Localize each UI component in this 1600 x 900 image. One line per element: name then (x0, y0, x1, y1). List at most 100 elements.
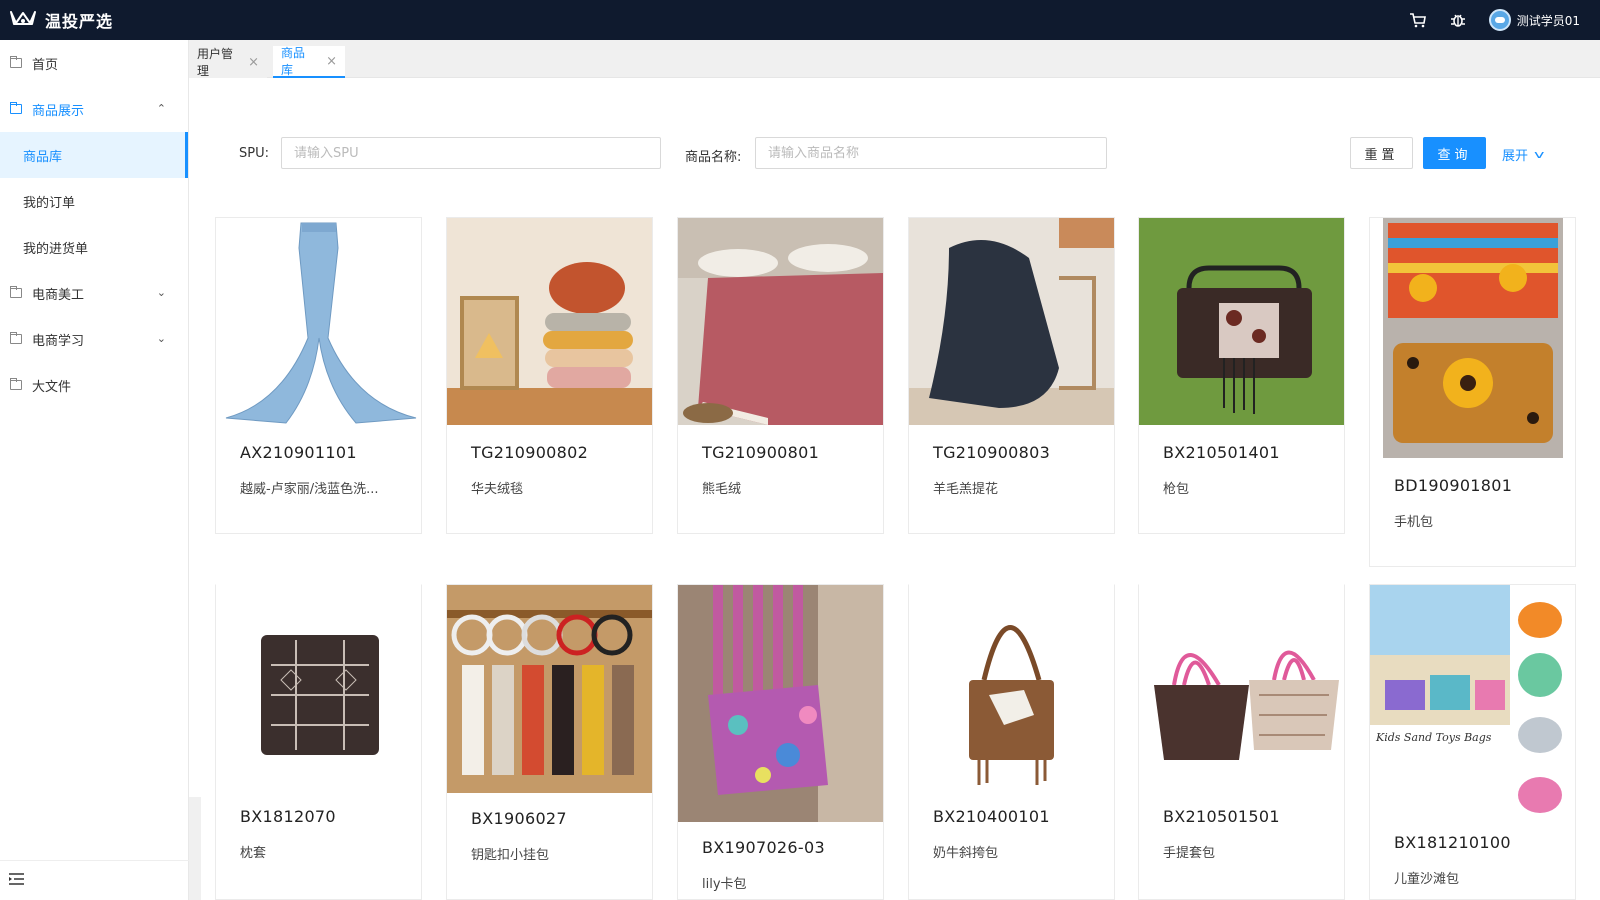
sidebar-item-ecommerce-learning[interactable]: 电商学习 ⌄ (0, 316, 188, 362)
product-spu: AX210901101 (240, 443, 357, 462)
sidebar-item-my-orders[interactable]: 我的订单 (0, 178, 188, 224)
product-name: 越威-卢家丽/浅蓝色洗... (240, 482, 379, 497)
bug-icon[interactable] (1449, 11, 1467, 29)
product-card[interactable]: Kids Sand Toys Bags BX181210100 儿童沙滩包 (1369, 584, 1576, 900)
product-name: 手提套包 (1163, 846, 1216, 861)
product-name: 枕套 (240, 846, 267, 861)
product-spu: TG210900802 (471, 443, 589, 462)
product-name: 儿童沙滩包 (1394, 872, 1460, 887)
folder-icon (10, 56, 22, 68)
logo[interactable]: 温投严选 (10, 8, 113, 32)
product-card[interactable]: AX210901101 越威-卢家丽/浅蓝色洗... (215, 217, 422, 534)
tab-bar: 用户管理 × 商品库 × (189, 40, 1600, 78)
user-avatar[interactable] (1488, 9, 1511, 31)
spu-label: SPU: (239, 146, 269, 161)
product-image (678, 585, 883, 822)
product-spu: BX210501501 (1163, 807, 1280, 826)
sidebar-item-ecommerce-design[interactable]: 电商美工 ⌄ (0, 270, 188, 316)
sidebar-item-product-library[interactable]: 商品库 (0, 132, 188, 178)
image-caption: Kids Sand Toys Bags (1376, 731, 1492, 744)
collapse-sidebar-button[interactable] (0, 860, 189, 900)
product-card[interactable]: TG210900803 羊毛羔提花 (908, 217, 1115, 534)
sidebar-item-label: 商品展示 (32, 103, 85, 119)
sidebar-item-label: 商品库 (23, 149, 63, 165)
tab-label: 商品库 (281, 46, 306, 77)
sidebar-item-product-display[interactable]: 商品展示 ⌃ (0, 86, 188, 132)
cart-icon[interactable] (1409, 11, 1427, 29)
close-icon[interactable]: × (248, 55, 259, 70)
product-image (1139, 585, 1344, 790)
menu-fold-icon (9, 872, 24, 889)
product-image (1383, 218, 1563, 458)
folder-icon (10, 332, 22, 344)
reset-button[interactable]: 重置 (1350, 137, 1413, 169)
tab-user-management[interactable]: 用户管理 × (189, 46, 267, 78)
folder-icon (10, 378, 22, 390)
product-card[interactable]: BX210501401 枪包 (1138, 217, 1345, 534)
product-image (216, 218, 421, 425)
product-image (216, 585, 421, 790)
username[interactable]: 测试学员01 (1517, 12, 1580, 29)
sidebar-item-home[interactable]: 首页 (0, 40, 188, 86)
product-name: 华夫绒毯 (471, 482, 524, 497)
app-title: 温投严选 (45, 12, 114, 31)
chevron-down-icon: ⌄ (156, 332, 166, 345)
sidebar-item-label: 电商学习 (32, 333, 85, 349)
sidebar: 首页 商品展示 ⌃ 商品库 我的订单 我的进货单 电商美工 ⌄ 电商学习 ⌄ 大… (0, 40, 189, 900)
sidebar-item-label: 电商美工 (32, 287, 85, 303)
product-card[interactable]: TG210900801 熊毛绒 (677, 217, 884, 534)
chevron-down-icon: ⌄ (156, 286, 166, 299)
product-card[interactable]: BX210400101 奶牛斜挎包 (908, 584, 1115, 900)
close-icon[interactable]: × (326, 54, 337, 69)
product-name-input[interactable] (755, 137, 1107, 169)
product-card[interactable]: BX210501501 手提套包 (1138, 584, 1345, 900)
product-card[interactable]: BD190901801 手机包 (1369, 217, 1576, 567)
crown-logo-icon (10, 9, 36, 31)
product-name-label: 商品名称: (685, 150, 742, 165)
product-spu: BD190901801 (1394, 476, 1513, 495)
sidebar-item-label: 大文件 (32, 379, 72, 395)
sidebar-item-label: 我的订单 (23, 195, 76, 211)
product-image (447, 218, 652, 425)
product-card[interactable]: BX1906027 钥匙扣小挂包 (446, 584, 653, 900)
sidebar-item-label: 我的进货单 (23, 241, 89, 257)
product-card[interactable]: TG210900802 华夫绒毯 (446, 217, 653, 534)
sidebar-item-large-files[interactable]: 大文件 (0, 362, 188, 408)
product-name: lily卡包 (702, 877, 747, 892)
product-spu: BX1812070 (240, 807, 336, 826)
sidebar-item-label: 首页 (32, 57, 59, 73)
expand-label: 展开 (1502, 149, 1529, 164)
product-image (1139, 218, 1344, 425)
product-image (678, 218, 883, 425)
product-card[interactable]: BX1907026-03 lily卡包 (677, 584, 884, 900)
product-spu: BX181210100 (1394, 833, 1511, 852)
sidebar-item-my-purchase-list[interactable]: 我的进货单 (0, 224, 188, 270)
folder-icon (10, 102, 22, 114)
scrollbar[interactable] (189, 797, 201, 900)
product-spu: BX210501401 (1163, 443, 1280, 462)
product-name: 奶牛斜挎包 (933, 846, 999, 861)
product-image (447, 585, 652, 793)
product-spu: TG210900803 (933, 443, 1051, 462)
folder-icon (10, 286, 22, 298)
top-navbar: 温投严选 测试学员01 (0, 0, 1600, 40)
product-name: 羊毛羔提花 (933, 482, 999, 497)
chevron-down-icon: v (1534, 148, 1545, 161)
expand-toggle[interactable]: 展开 v (1502, 145, 1545, 164)
product-name: 熊毛绒 (702, 482, 742, 497)
product-name: 钥匙扣小挂包 (471, 848, 550, 863)
tab-label: 用户管理 (197, 47, 234, 78)
query-button[interactable]: 查询 (1423, 137, 1486, 169)
product-spu: BX1906027 (471, 809, 567, 828)
product-image (909, 218, 1114, 425)
product-name: 手机包 (1394, 515, 1434, 530)
product-name: 枪包 (1163, 482, 1190, 497)
product-spu: TG210900801 (702, 443, 820, 462)
spu-input[interactable] (281, 137, 661, 169)
tab-product-library[interactable]: 商品库 × (273, 46, 345, 78)
product-image (909, 585, 1114, 790)
product-spu: BX210400101 (933, 807, 1050, 826)
product-card[interactable]: BX1812070 枕套 (215, 584, 422, 900)
product-spu: BX1907026-03 (702, 838, 825, 857)
product-image: Kids Sand Toys Bags (1370, 585, 1575, 817)
